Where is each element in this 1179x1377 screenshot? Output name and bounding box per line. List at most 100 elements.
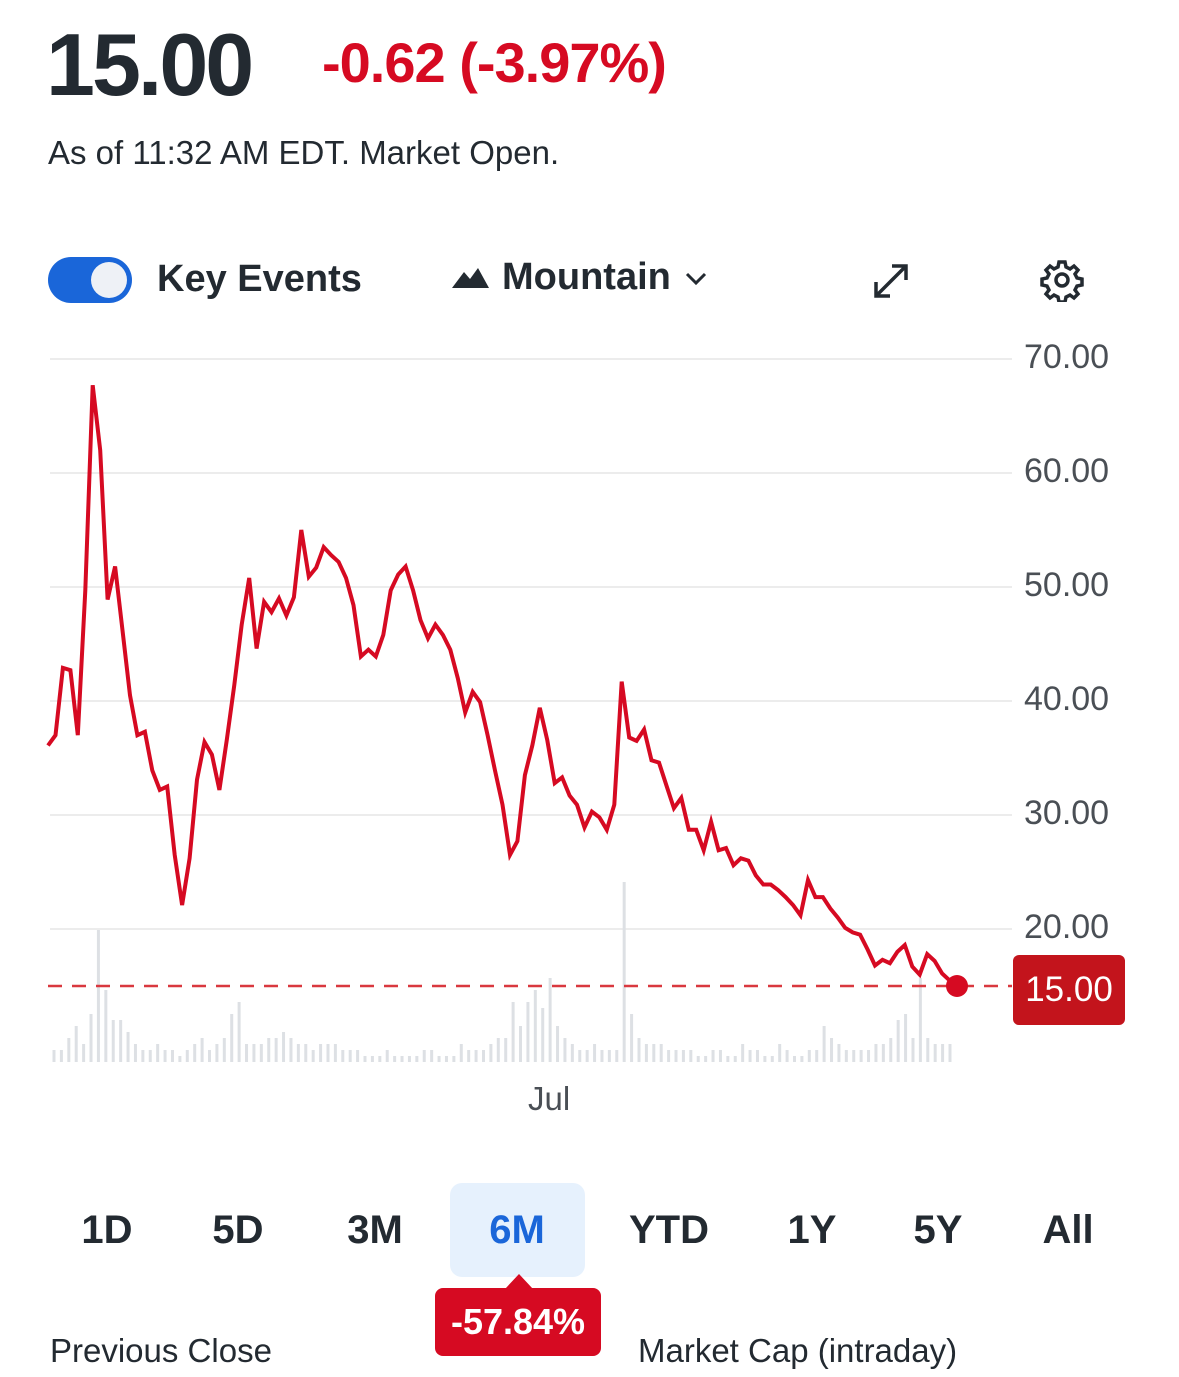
range-all[interactable]: All (1018, 1183, 1118, 1277)
volume-bar (444, 1056, 448, 1062)
volume-bar (689, 1050, 693, 1062)
volume-bar (356, 1050, 360, 1062)
volume-bar (630, 1014, 634, 1062)
volume-bar (148, 1050, 152, 1062)
range-ytd[interactable]: YTD (609, 1183, 729, 1277)
volume-bar (385, 1050, 389, 1062)
range-5y[interactable]: 5Y (888, 1183, 988, 1277)
volume-bar (252, 1044, 256, 1062)
volume-bar (770, 1056, 774, 1062)
volume-bar (711, 1050, 715, 1062)
volume-bar (622, 882, 626, 1062)
y-tick-label: 30.00 (1024, 794, 1110, 832)
volume-bar (822, 1026, 826, 1062)
volume-bar (652, 1044, 656, 1062)
volume-bar (422, 1050, 426, 1062)
volume-bar (563, 1038, 567, 1062)
volume-bar (792, 1056, 796, 1062)
volume-bar (933, 1044, 937, 1062)
volume-bar (104, 990, 108, 1062)
volume-bar (452, 1056, 456, 1062)
expand-icon[interactable] (870, 260, 912, 302)
volume-bar (311, 1050, 315, 1062)
volume-bar (718, 1050, 722, 1062)
volume-bar (289, 1038, 293, 1062)
chart-type-label: Mountain (502, 256, 671, 298)
market-status: As of 11:32 AM EDT. Market Open. (48, 134, 560, 171)
volume-bar (785, 1050, 789, 1062)
range-5d[interactable]: 5D (188, 1183, 288, 1277)
volume-bar (67, 1038, 71, 1062)
volume-bar (830, 1038, 834, 1062)
range-3m[interactable]: 3M (320, 1183, 430, 1277)
volume-bar (296, 1044, 300, 1062)
volume-bar (415, 1056, 419, 1062)
volume-bar (874, 1044, 878, 1062)
volume-bar (778, 1044, 782, 1062)
volume-bar (600, 1050, 604, 1062)
volume-bar (274, 1038, 278, 1062)
volume-bar (467, 1050, 471, 1062)
volume-bar (755, 1050, 759, 1062)
volume-bar (904, 1014, 908, 1062)
range-1d[interactable]: 1D (57, 1183, 157, 1277)
volume-bar (348, 1050, 352, 1062)
volume-bar (704, 1056, 708, 1062)
x-tick-label: Jul (528, 1080, 571, 1117)
volume-bar (918, 978, 922, 1062)
price-change: -0.62 (-3.97%) (322, 31, 667, 94)
volume-bar (193, 1044, 197, 1062)
volume-bar (644, 1044, 648, 1062)
volume-bar (615, 1050, 619, 1062)
volume-bar (111, 1020, 115, 1062)
volume-bar (578, 1050, 582, 1062)
gear-icon[interactable] (1040, 258, 1084, 302)
volume-bar (259, 1044, 263, 1062)
volume-bar (570, 1044, 574, 1062)
y-tick-label: 50.00 (1024, 566, 1110, 604)
volume-bar (96, 930, 100, 1062)
badge-pointer (505, 1274, 533, 1289)
volume-bar (526, 1002, 530, 1062)
volume-bar (548, 978, 552, 1062)
price-chart: #d60a22" stop-opacity="0.2"/> (46, 358, 1012, 1062)
range-6m[interactable]: 6M (449, 1183, 585, 1277)
volume-bar (659, 1044, 663, 1062)
volume-bar (807, 1050, 811, 1062)
range-1y[interactable]: 1Y (762, 1183, 862, 1277)
volume-bar (896, 1020, 900, 1062)
volume-bar (459, 1044, 463, 1062)
volume-bar (185, 1050, 189, 1062)
volume-bar (593, 1044, 597, 1062)
volume-bar (926, 1038, 930, 1062)
volume-bar (333, 1044, 337, 1062)
volume-bar (585, 1050, 589, 1062)
volume-bar (141, 1050, 145, 1062)
volume-bar (363, 1056, 367, 1062)
range-change-badge: -57.84% (435, 1288, 601, 1356)
volume-bar (119, 1020, 123, 1062)
volume-bar (200, 1038, 204, 1062)
volume-bar (156, 1044, 160, 1062)
volume-bar (748, 1050, 752, 1062)
volume-bar (237, 1002, 241, 1062)
volume-bar (178, 1056, 182, 1062)
volume-bar (393, 1056, 397, 1062)
volume-bar (437, 1056, 441, 1062)
chart-type-dropdown[interactable]: Mountain (452, 256, 709, 299)
volume-bar (59, 1050, 63, 1062)
key-events-toggle[interactable] (48, 257, 132, 303)
volume-bar (133, 1044, 137, 1062)
volume-bar (400, 1056, 404, 1062)
volume-bar (867, 1050, 871, 1062)
volume-bar (800, 1056, 804, 1062)
volume-bar (556, 1026, 560, 1062)
volume-bar (407, 1056, 411, 1062)
volume-bar (267, 1038, 271, 1062)
volume-bar (378, 1056, 382, 1062)
volume-bar (282, 1032, 286, 1062)
volume-bar (637, 1038, 641, 1062)
volume-bar (126, 1032, 130, 1062)
mountain-icon (452, 267, 489, 288)
volume-bar (230, 1014, 234, 1062)
